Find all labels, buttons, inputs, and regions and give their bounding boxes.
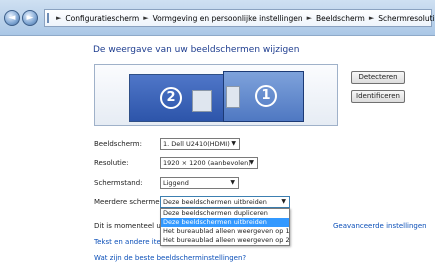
dropdown-option[interactable]: Het bureaublad alleen weergeven op 2 [161,236,290,245]
resolution-value: 1920 × 1200 (aanbevolen) [163,159,251,167]
display-label: Beeldscherm: [94,140,142,148]
breadcrumb-separator: ► [306,14,312,22]
multiple-displays-value: Deze beeldschermen uitbreiden [163,198,267,206]
monitor-icon [192,90,212,112]
dropdown-option[interactable]: Het bureaublad alleen weergeven op 1 [161,227,290,236]
resolution-select[interactable]: 1920 × 1200 (aanbevolen) ▼ [160,157,258,169]
display-select[interactable]: 1. Dell U2410(HDMI) ▼ [160,138,240,150]
address-bar: ◄ ► ► Configuratiescherm ► Vormgeving en… [0,0,435,36]
monitor-2[interactable]: 2 [129,74,225,122]
control-panel-icon [47,13,49,23]
breadcrumb-separator: ► [143,14,149,22]
monitor-icon [226,86,240,108]
breadcrumb-separator: ► [368,14,375,22]
breadcrumb-separator: ► [56,14,62,22]
identify-button[interactable]: Identificeren [351,90,405,103]
orientation-select[interactable]: Liggend ▼ [160,177,239,189]
forward-arrow-icon: ► [26,13,34,23]
page-title: De weergave van uw beeldschermen wijzige… [93,45,300,55]
monitor-number-badge: 1 [255,85,277,107]
chevron-down-icon: ▼ [230,179,235,186]
multiple-displays-select[interactable]: Deze beeldschermen uitbreiden ▼ [160,196,290,208]
chevron-down-icon: ▼ [281,198,286,205]
multiple-displays-dropdown: Deze beeldschermen dupliceren Deze beeld… [160,208,290,246]
forward-button[interactable]: ► [22,10,38,26]
monitor-1[interactable]: 1 [223,71,304,122]
chevron-down-icon: ▼ [231,140,236,147]
back-arrow-icon: ◄ [8,13,16,23]
breadcrumb-item[interactable]: Vormgeving en persoonlijke instellingen [153,14,303,23]
orientation-value: Liggend [163,179,189,187]
dropdown-option[interactable]: Deze beeldschermen dupliceren [161,209,289,218]
monitor-preview: 2 1 [94,64,338,126]
advanced-settings-link[interactable]: Geavanceerde instellingen [333,222,427,230]
dropdown-option[interactable]: Deze beeldschermen uitbreiden [161,218,289,227]
breadcrumb[interactable]: ► Configuratiescherm ► Vormgeving en per… [44,9,435,27]
resolution-label: Resolutie: [94,159,129,167]
detect-button[interactable]: Detecteren [351,71,405,84]
multiple-displays-label: Meerdere schermen: [94,198,167,206]
chevron-down-icon: ▼ [249,159,254,166]
breadcrumb-item[interactable]: Schermresolutie [378,14,435,23]
orientation-label: Schermstand: [94,179,143,187]
best-settings-link[interactable]: Wat zijn de beste beeldscherminstellinge… [94,254,246,262]
back-button[interactable]: ◄ [4,10,20,26]
monitor-number-badge: 2 [160,87,182,109]
breadcrumb-item[interactable]: Beeldscherm [316,14,365,23]
display-value: 1. Dell U2410(HDMI) [163,140,230,148]
breadcrumb-item[interactable]: Configuratiescherm [65,14,139,23]
